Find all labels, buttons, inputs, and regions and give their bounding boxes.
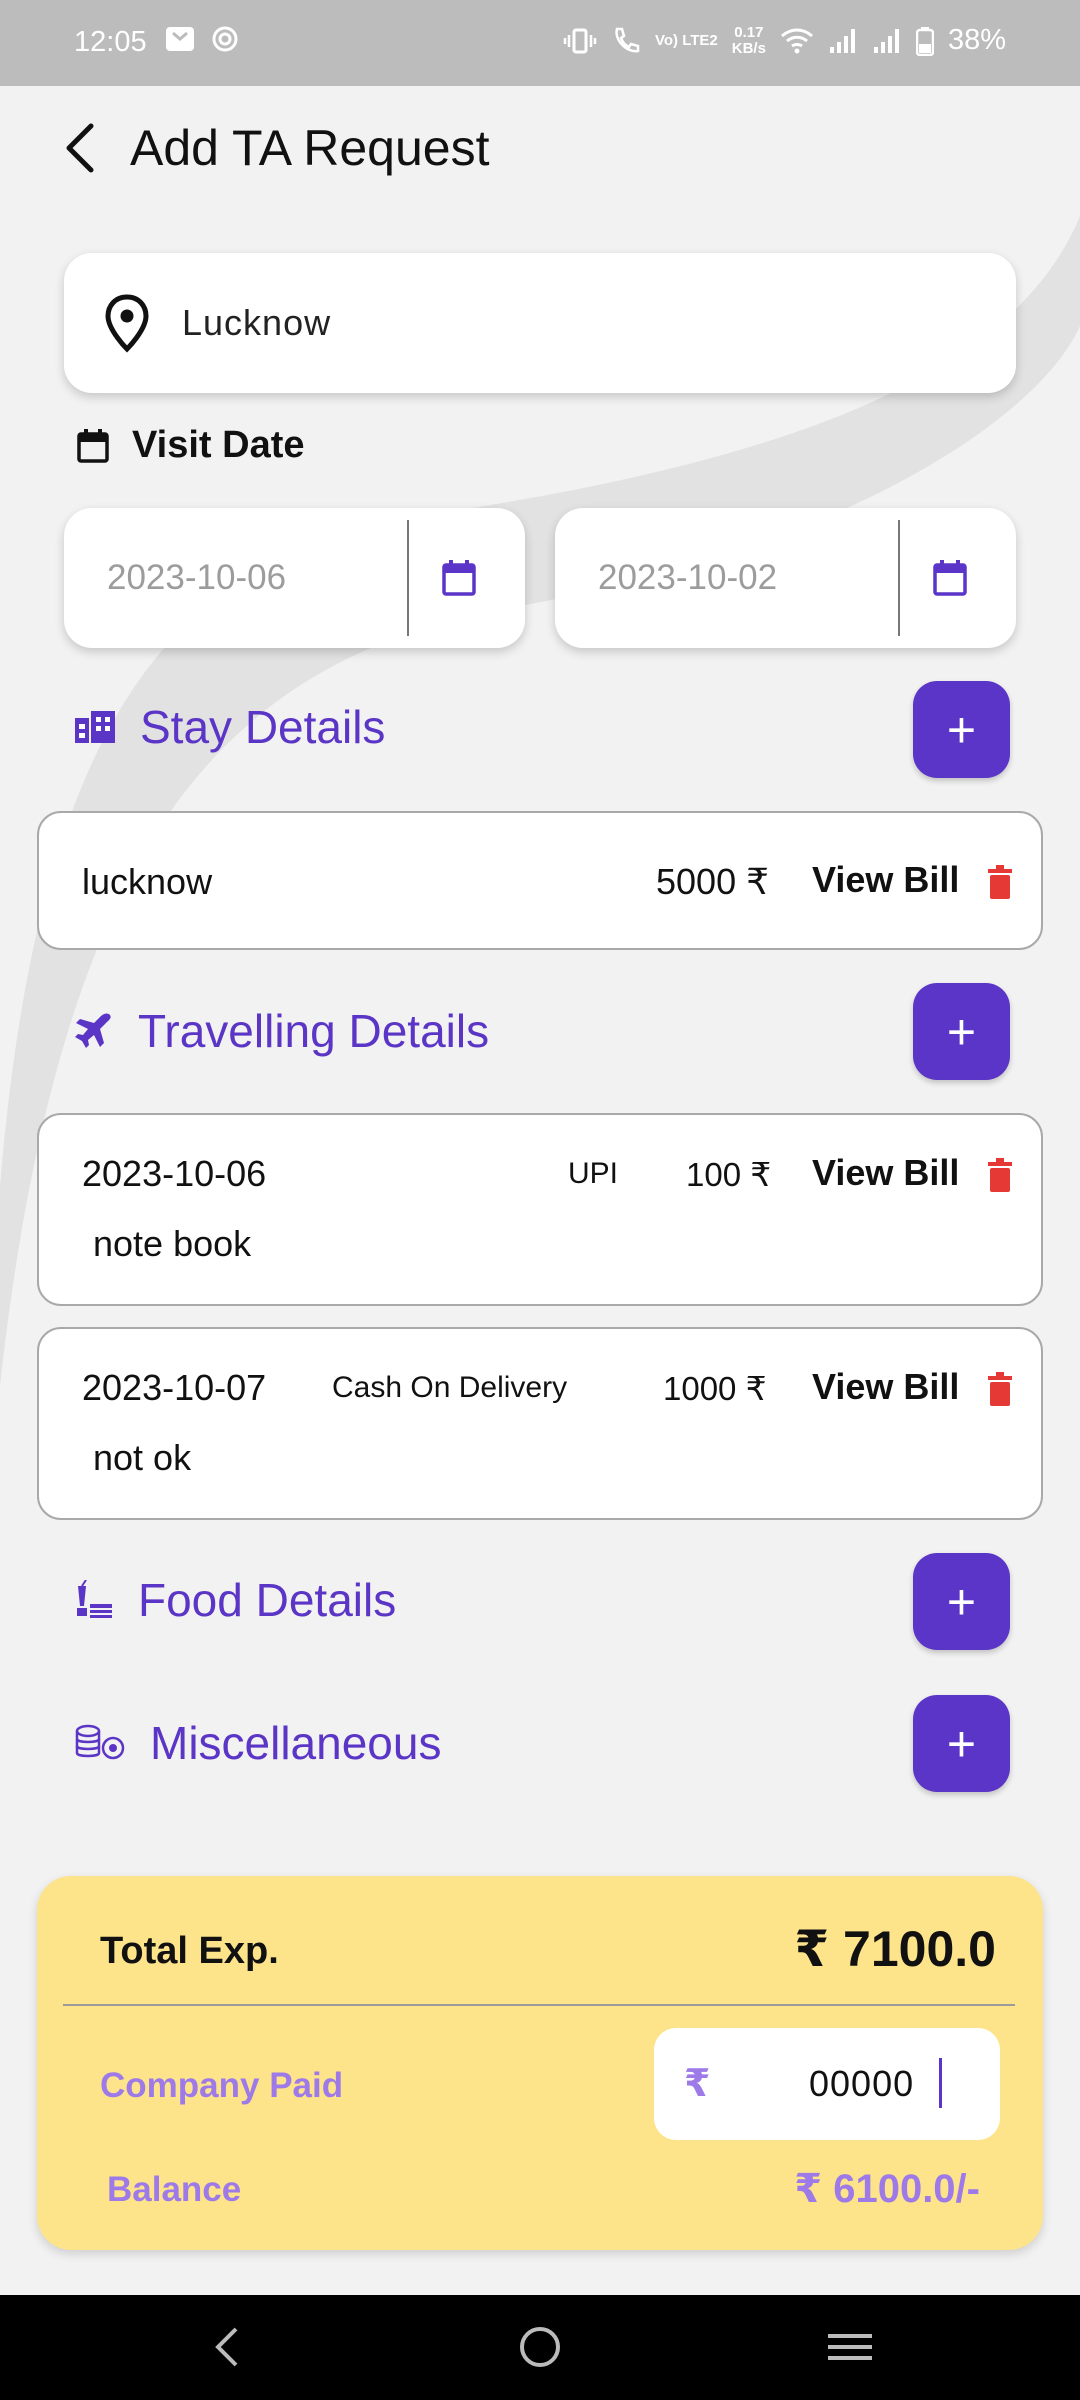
travel-view-bill-link[interactable]: View Bill [812, 1152, 959, 1194]
from-date-field[interactable]: 2023-10-06 [64, 508, 525, 648]
expense-summary: Total Exp. ₹ 7100.0 Company Paid ₹ 00000… [37, 1876, 1043, 2250]
add-miscellaneous-button[interactable]: + [913, 1695, 1010, 1792]
location-pin-icon [105, 294, 149, 353]
balance-label: Balance [107, 2170, 242, 2209]
company-paid-label: Company Paid [100, 2066, 344, 2105]
food-details-header: Food Details [74, 1573, 396, 1627]
nav-home-icon[interactable] [518, 2325, 562, 2369]
plus-icon: + [946, 1573, 977, 1630]
to-date-value: 2023-10-02 [598, 558, 778, 597]
location-field[interactable]: Lucknow [64, 253, 1016, 393]
add-food-button[interactable]: + [913, 1553, 1010, 1650]
text-cursor [939, 2058, 942, 2108]
add-travel-button[interactable]: + [913, 983, 1010, 1080]
miscellaneous-header: Miscellaneous [74, 1716, 441, 1770]
travel-view-bill-link[interactable]: View Bill [812, 1366, 959, 1408]
trash-icon[interactable] [986, 1158, 1014, 1192]
add-stay-button[interactable]: + [913, 681, 1010, 778]
calendar-icon [442, 560, 476, 596]
back-button[interactable] [60, 118, 100, 178]
airplane-icon [75, 1013, 111, 1048]
to-date-picker-button[interactable] [900, 559, 1000, 597]
stay-details-title: Stay Details [140, 701, 386, 753]
nav-recents-icon[interactable] [826, 2325, 874, 2369]
stay-details-header: Stay Details [74, 700, 385, 754]
stay-item: lucknow 5000 ₹ View Bill [37, 811, 1043, 950]
miscellaneous-title: Miscellaneous [150, 1717, 442, 1769]
travel-date: 2023-10-07 [82, 1367, 267, 1408]
travel-mode: Cash On Delivery [332, 1371, 568, 1404]
page-header: Add TA Request [60, 118, 490, 178]
trash-icon[interactable] [986, 1372, 1014, 1406]
from-date-picker-button[interactable] [409, 559, 509, 597]
back-arrow-icon [66, 123, 94, 173]
travel-item: 2023-10-06 UPI 100 ₹ View Bill note book [37, 1113, 1043, 1306]
travel-note: not ok [93, 1437, 192, 1478]
from-date-value: 2023-10-06 [107, 558, 287, 597]
travel-mode: UPI [568, 1157, 619, 1190]
food-icon [77, 1580, 112, 1618]
travel-note: note book [93, 1223, 252, 1264]
summary-divider [63, 2004, 1015, 2006]
nav-back-icon[interactable] [210, 2325, 244, 2369]
to-date-field[interactable]: 2023-10-02 [555, 508, 1016, 648]
plus-icon: + [946, 1715, 977, 1772]
visit-date-text: Visit Date [132, 424, 305, 466]
calendar-icon [933, 560, 967, 596]
food-details-title: Food Details [138, 1574, 397, 1626]
travel-date: 2023-10-06 [82, 1153, 267, 1194]
trash-icon[interactable] [986, 865, 1014, 899]
location-value: Lucknow [182, 302, 332, 343]
total-exp-value: ₹ 7100.0 [794, 1921, 996, 1977]
stay-view-bill-link[interactable]: View Bill [812, 859, 959, 901]
plus-icon: + [946, 1003, 977, 1060]
visit-date-label: Visit Date [76, 424, 304, 467]
travel-amount: 1000 ₹ [663, 1370, 767, 1407]
hotel-icon [75, 711, 115, 743]
travel-item: 2023-10-07 Cash On Delivery 1000 ₹ View … [37, 1327, 1043, 1520]
stay-place: lucknow [82, 861, 213, 902]
page-title: Add TA Request [130, 120, 490, 176]
travelling-details-header: Travelling Details [74, 1004, 489, 1058]
company-paid-value: 00000 [809, 2063, 915, 2104]
coins-icon [75, 1724, 125, 1760]
total-exp-label: Total Exp. [100, 1930, 279, 1972]
rupee-icon: ₹ [684, 2063, 711, 2105]
travel-amount: 100 ₹ [686, 1156, 772, 1193]
balance-value: ₹ 6100.0/- [794, 2167, 980, 2211]
calendar-icon [77, 428, 109, 463]
stay-amount: 5000 ₹ [656, 861, 769, 902]
travelling-details-title: Travelling Details [138, 1005, 490, 1057]
system-nav-bar [0, 2295, 1080, 2400]
company-paid-input[interactable]: ₹ 00000 [654, 2028, 1000, 2140]
plus-icon: + [946, 701, 977, 758]
